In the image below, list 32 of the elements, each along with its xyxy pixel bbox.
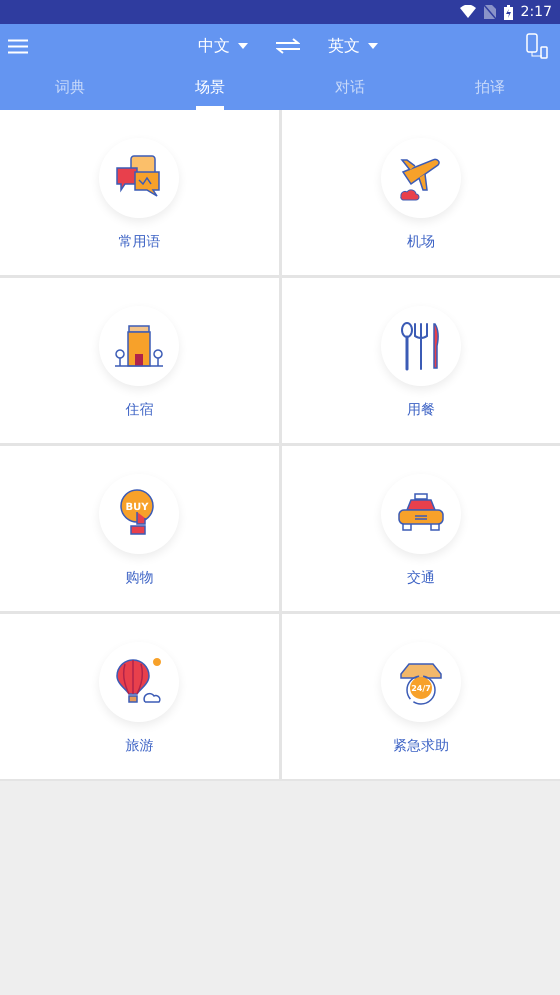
- source-language-dropdown[interactable]: 中文: [198, 34, 248, 58]
- scene-label: 购物: [125, 569, 154, 588]
- clock: 2:17: [520, 2, 552, 22]
- scene-label: 常用语: [118, 233, 160, 252]
- scene-card[interactable]: 常用语: [0, 110, 278, 275]
- scene-label: 交通: [406, 569, 435, 588]
- device-connect-button[interactable]: [526, 33, 550, 59]
- caret-icon: [368, 43, 378, 49]
- icon-label: 24/7: [410, 684, 431, 693]
- scene-card[interactable]: 住宿: [0, 278, 278, 443]
- scene-label: 住宿: [125, 401, 154, 420]
- scene-card[interactable]: 旅游: [0, 614, 278, 779]
- scene-card[interactable]: 用餐: [282, 278, 560, 443]
- swap-languages-button[interactable]: [276, 38, 300, 54]
- phones-icon: [526, 33, 548, 59]
- no-sim-icon: [484, 5, 496, 19]
- battery-charging-icon: [504, 4, 513, 20]
- menu-icon: [8, 38, 28, 54]
- target-language-dropdown[interactable]: 英文: [328, 34, 378, 58]
- scene-card[interactable]: 交通: [282, 446, 560, 611]
- scene-card[interactable]: 机场: [282, 110, 560, 275]
- swap-icon: [276, 38, 300, 54]
- scene-label: 机场: [406, 233, 435, 252]
- wifi-icon: [460, 5, 476, 19]
- scene-label: 用餐: [406, 401, 435, 420]
- tab[interactable]: 场景: [140, 68, 280, 110]
- scene-label: 旅游: [125, 737, 154, 756]
- caret-icon: [238, 43, 248, 49]
- scene-card[interactable]: 24/7 紧急求助: [282, 614, 560, 779]
- icon-label: BUY: [126, 502, 149, 513]
- scene-label: 紧急求助: [392, 737, 449, 756]
- scene-card[interactable]: BUY 购物: [0, 446, 278, 611]
